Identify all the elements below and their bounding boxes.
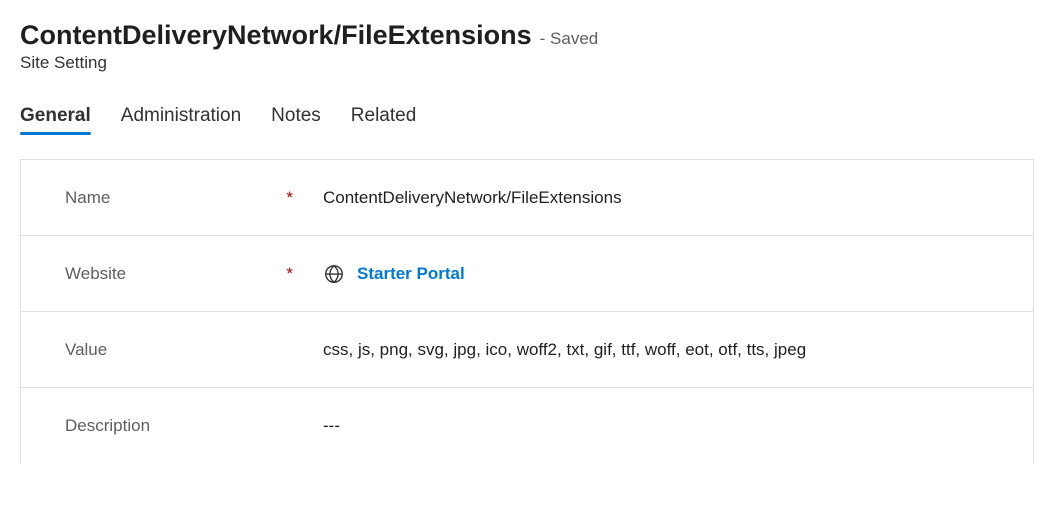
value-value: css, js, png, svg, jpg, ico, woff2, txt,… [323, 340, 806, 360]
entity-type-label: Site Setting [20, 53, 1034, 73]
description-value: --- [323, 416, 340, 436]
field-label-col: Name * [65, 188, 323, 208]
field-row-name: Name * ContentDeliveryNetwork/FileExtens… [21, 160, 1033, 236]
field-label-value: Value [65, 340, 107, 360]
field-row-website: Website * Starter Portal [21, 236, 1033, 312]
required-indicator: * [286, 264, 293, 284]
website-field[interactable]: Starter Portal [323, 263, 1033, 285]
tab-general[interactable]: General [20, 105, 91, 135]
field-row-value: Value css, js, png, svg, jpg, ico, woff2… [21, 312, 1033, 388]
field-label-col: Description [65, 416, 323, 436]
tab-list: General Administration Notes Related [20, 105, 1034, 135]
tab-administration[interactable]: Administration [121, 105, 241, 135]
field-label-col: Website * [65, 264, 323, 284]
tab-notes[interactable]: Notes [271, 105, 321, 135]
website-link[interactable]: Starter Portal [357, 264, 465, 284]
field-label-col: Value [65, 340, 323, 360]
field-row-description: Description --- [21, 388, 1033, 464]
save-status-label: - Saved [540, 29, 599, 49]
form-area: Name * ContentDeliveryNetwork/FileExtens… [20, 159, 1034, 464]
field-label-website: Website [65, 264, 126, 284]
name-field[interactable]: ContentDeliveryNetwork/FileExtensions [323, 188, 1033, 208]
title-row: ContentDeliveryNetwork/FileExtensions - … [20, 20, 1034, 51]
name-value: ContentDeliveryNetwork/FileExtensions [323, 188, 622, 208]
tab-related[interactable]: Related [351, 105, 417, 135]
globe-icon [323, 263, 345, 285]
page-header: ContentDeliveryNetwork/FileExtensions - … [20, 20, 1034, 73]
required-indicator: * [286, 188, 293, 208]
description-field[interactable]: --- [323, 416, 1033, 436]
page-title: ContentDeliveryNetwork/FileExtensions [20, 20, 532, 51]
field-label-name: Name [65, 188, 110, 208]
value-field[interactable]: css, js, png, svg, jpg, ico, woff2, txt,… [323, 340, 1033, 360]
field-label-description: Description [65, 416, 150, 436]
